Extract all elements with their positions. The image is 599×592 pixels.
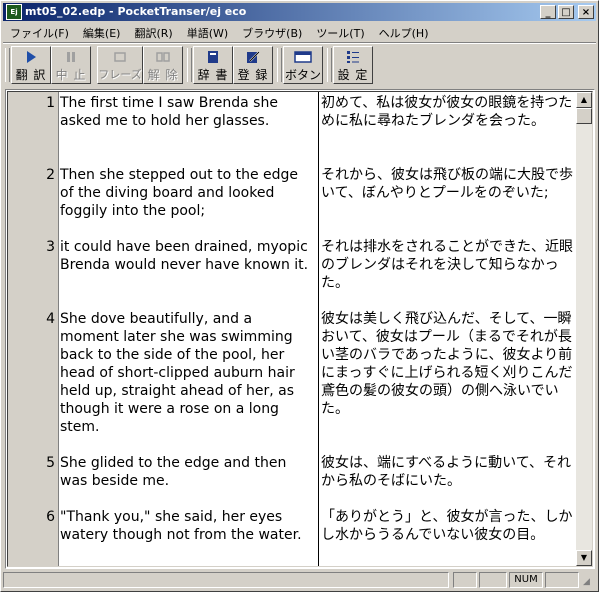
application-window: Ej mt05_02.edp - PocketTranser/ej eco _ … bbox=[0, 0, 599, 592]
minimize-button[interactable]: _ bbox=[540, 5, 556, 19]
register-button[interactable]: 登 録 bbox=[233, 46, 273, 84]
row-number: 5 bbox=[46, 455, 55, 471]
dictionary-label: 辞 書 bbox=[197, 68, 229, 82]
translated-text[interactable]: 初めて、私は彼女が彼女の眼鏡を持つために私に尋ねたブレンダを会った。 bbox=[321, 94, 577, 130]
menu-word[interactable]: 単語(W) bbox=[180, 23, 235, 41]
button-button[interactable]: ボタン bbox=[283, 46, 323, 84]
toolbar-grip[interactable] bbox=[327, 48, 332, 82]
menu-edit[interactable]: 編集(E) bbox=[76, 23, 128, 41]
register-icon bbox=[234, 50, 272, 68]
play-icon bbox=[12, 50, 50, 68]
status-panel bbox=[479, 572, 507, 588]
release-label: 解 除 bbox=[147, 68, 179, 82]
button-label: ボタン bbox=[284, 68, 321, 82]
button-icon bbox=[284, 50, 322, 68]
row-number: 2 bbox=[46, 167, 55, 183]
status-bar: NUM ◢ bbox=[3, 571, 596, 589]
translated-text[interactable]: 彼女は美しく飛び込んだ、そして、一瞬おいて、彼女はプール（まるでそれが長い茎のバ… bbox=[321, 310, 577, 418]
status-panel bbox=[545, 572, 579, 588]
stop-label: 中 止 bbox=[55, 68, 87, 82]
settings-label: 設 定 bbox=[337, 68, 369, 82]
translated-text[interactable]: 彼女は、端にすべるように動いて、それから私のそばにいた。 bbox=[321, 454, 577, 490]
translate-label: 翻 訳 bbox=[15, 68, 47, 82]
row-number: 4 bbox=[46, 311, 55, 327]
settings-button[interactable]: 設 定 bbox=[333, 46, 373, 84]
status-panel bbox=[453, 572, 477, 588]
arrow-up-icon: ▲ bbox=[580, 95, 588, 104]
translation-grid[interactable]: 1 The first time I saw Brenda she asked … bbox=[7, 91, 593, 567]
release-button[interactable]: 解 除 bbox=[143, 46, 183, 84]
column-divider[interactable] bbox=[318, 92, 319, 566]
toolbar-grip[interactable] bbox=[187, 48, 192, 82]
toolbar-grip[interactable] bbox=[277, 48, 282, 82]
scroll-down-button[interactable]: ▼ bbox=[576, 550, 592, 566]
line-number-gutter bbox=[8, 92, 59, 566]
source-text[interactable]: it could have been drained, myopic Brend… bbox=[60, 238, 312, 274]
translated-text[interactable]: 「ありがとう」と、彼女が言った、しかし水からうるんでいない彼女の目。 bbox=[321, 508, 577, 544]
phrase-icon bbox=[98, 50, 142, 68]
translated-text[interactable]: それから、彼女は飛び板の端に大股で歩いて、ぼんやりとプールをのぞいた; bbox=[321, 166, 577, 202]
scroll-thumb[interactable] bbox=[576, 108, 592, 124]
source-text[interactable]: "Thank you," she said, her eyes watery t… bbox=[60, 508, 312, 544]
app-icon[interactable]: Ej bbox=[6, 4, 22, 20]
translation-pane: 1 The first time I saw Brenda she asked … bbox=[5, 89, 595, 569]
dictionary-button[interactable]: 辞 書 bbox=[193, 46, 233, 84]
source-text[interactable]: She glided to the edge and then was besi… bbox=[60, 454, 312, 490]
arrow-down-icon: ▼ bbox=[580, 553, 588, 562]
menu-browser[interactable]: ブラウザ(B) bbox=[235, 23, 309, 41]
menu-help[interactable]: ヘルプ(H) bbox=[372, 23, 436, 41]
maximize-button[interactable]: □ bbox=[558, 5, 574, 19]
source-text[interactable]: She dove beautifully, and a moment later… bbox=[60, 310, 312, 436]
pause-icon bbox=[52, 50, 90, 68]
scroll-up-button[interactable]: ▲ bbox=[576, 92, 592, 108]
menu-file[interactable]: ファイル(F) bbox=[3, 23, 76, 41]
row-number: 6 bbox=[46, 509, 55, 525]
register-label: 登 録 bbox=[237, 68, 269, 82]
toolbar-grip[interactable] bbox=[5, 48, 10, 82]
num-lock-indicator: NUM bbox=[509, 572, 543, 588]
settings-icon bbox=[334, 50, 372, 68]
release-icon bbox=[144, 50, 182, 68]
phrase-button[interactable]: フレーズ bbox=[97, 46, 143, 84]
resize-grip-icon[interactable]: ◢ bbox=[583, 576, 596, 589]
menu-translate[interactable]: 翻訳(R) bbox=[127, 23, 179, 41]
close-button[interactable]: × bbox=[578, 5, 594, 19]
source-text[interactable]: The first time I saw Brenda she asked me… bbox=[60, 94, 312, 130]
phrase-label: フレーズ bbox=[98, 68, 142, 81]
menu-tools[interactable]: ツール(T) bbox=[309, 23, 371, 41]
menu-bar: ファイル(F) 編集(E) 翻訳(R) 単語(W) ブラウザ(B) ツール(T)… bbox=[3, 23, 596, 41]
title-bar[interactable]: Ej mt05_02.edp - PocketTranser/ej eco _ … bbox=[3, 3, 596, 21]
row-number: 1 bbox=[46, 95, 55, 111]
vertical-scrollbar[interactable]: ▲ ▼ bbox=[576, 92, 592, 566]
stop-button[interactable]: 中 止 bbox=[51, 46, 91, 84]
status-message-panel bbox=[3, 572, 449, 588]
source-text[interactable]: Then she stepped out to the edge of the … bbox=[60, 166, 312, 220]
toolbar-separator bbox=[3, 42, 596, 44]
row-number: 3 bbox=[46, 239, 55, 255]
translate-button[interactable]: 翻 訳 bbox=[11, 46, 51, 84]
window-title: mt05_02.edp - PocketTranser/ej eco bbox=[25, 5, 247, 18]
dictionary-icon bbox=[194, 50, 232, 68]
translated-text[interactable]: それは排水をされることができた、近眼のブレンダはそれを決して知らなかった。 bbox=[321, 238, 577, 292]
